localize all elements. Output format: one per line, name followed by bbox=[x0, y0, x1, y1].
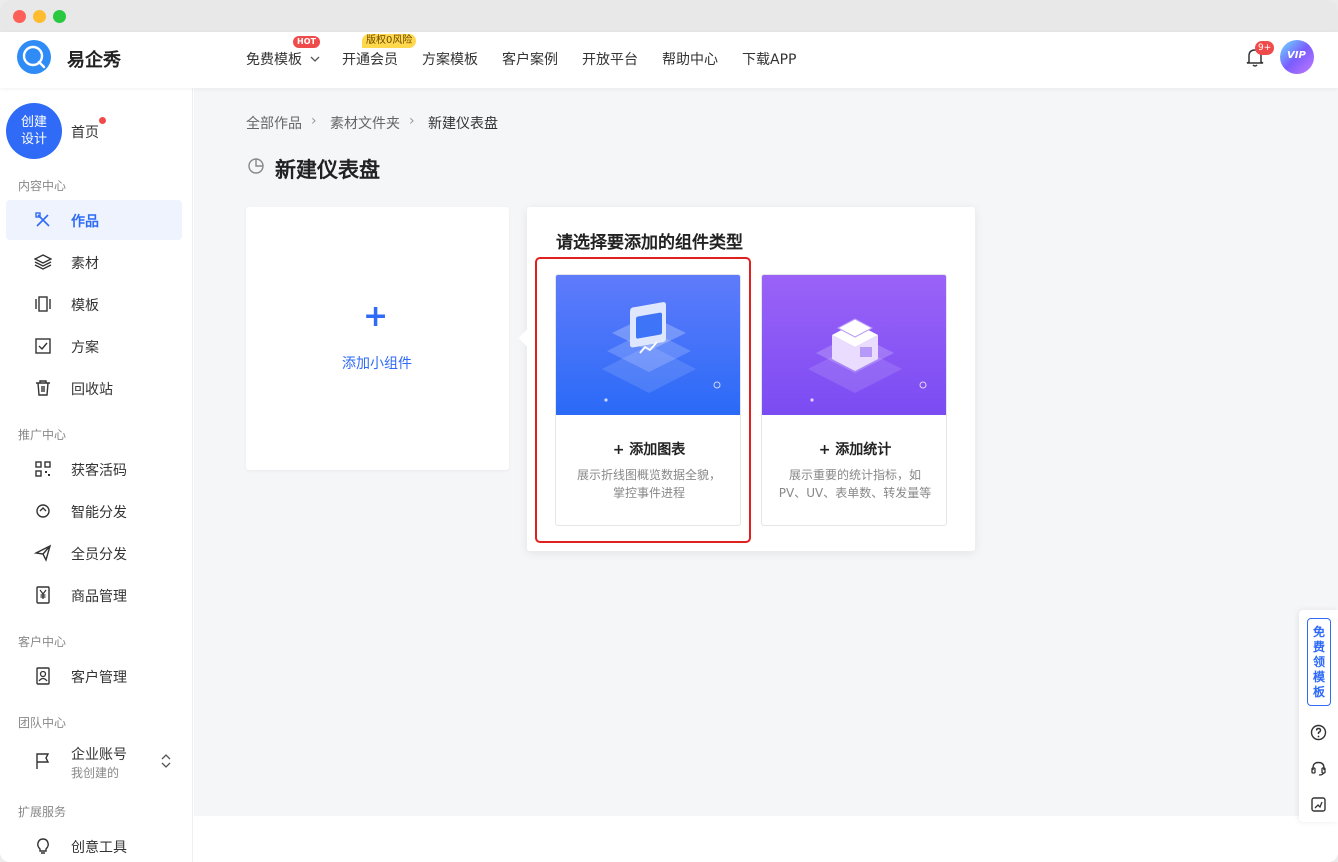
sidebar-item-label: 商品管理 bbox=[71, 589, 127, 605]
customer-service-icon[interactable] bbox=[1310, 760, 1327, 777]
nav-help[interactable]: 帮助中心 bbox=[662, 49, 718, 69]
maximize-window-button[interactable] bbox=[53, 10, 66, 23]
nav-cases[interactable]: 客户案例 bbox=[502, 49, 558, 69]
sidebar-item-label: 模板 bbox=[71, 298, 99, 314]
send-icon bbox=[34, 544, 52, 562]
nav-open-platform[interactable]: 开放平台 bbox=[582, 49, 638, 69]
nav-membership[interactable]: 开通会员 bbox=[342, 49, 398, 69]
help-icon[interactable] bbox=[1310, 724, 1327, 741]
main-content: 全部作品 › 素材文件夹 › 新建仪表盘 新建仪表盘 + 添加小组件 请选择要添… bbox=[194, 88, 1338, 816]
popover-title: 请选择要添加的组件类型 bbox=[556, 233, 743, 253]
add-stats-title: + 添加统计 bbox=[818, 442, 892, 458]
pencil-ruler-icon bbox=[35, 212, 50, 227]
nav-plan-templates[interactable]: 方案模板 bbox=[422, 49, 478, 69]
top-navigation: 易企秀 免费模板 HOT 开通会员 版权0风险 方案模板 客户案例 开放平台 帮… bbox=[0, 32, 1338, 88]
yen-phone-icon bbox=[36, 586, 50, 604]
sidebar-item-crm[interactable]: 客户管理 bbox=[6, 656, 182, 696]
sidebar-item-label: 全员分发 bbox=[71, 547, 127, 563]
popover-arrow bbox=[518, 329, 536, 347]
smart-share-icon bbox=[36, 504, 50, 518]
sidebar-item-plans[interactable]: 方案 bbox=[6, 326, 182, 366]
add-widget-label: 添加小组件 bbox=[342, 356, 412, 372]
checklist-icon bbox=[35, 338, 51, 354]
sidebar-item-label: 客户管理 bbox=[71, 670, 127, 686]
title-bar bbox=[0, 0, 1338, 32]
breadcrumb-folder[interactable]: 素材文件夹 bbox=[330, 113, 400, 133]
section-title-team: 团队中心 bbox=[18, 716, 67, 730]
sidebar-item-label: 智能分发 bbox=[71, 505, 127, 521]
lightbulb-icon bbox=[37, 838, 49, 854]
sidebar-item-qrcode[interactable]: 获客活码 bbox=[6, 449, 182, 489]
sidebar-item-recycle[interactable]: 回收站 bbox=[6, 368, 182, 408]
footer-area bbox=[194, 816, 1338, 862]
sidebar-item-sublabel: 我创建的 bbox=[71, 766, 120, 780]
sidebar-item-all-share[interactable]: 全员分发 bbox=[6, 533, 182, 573]
create-design-button[interactable]: 创建 设计 bbox=[6, 103, 62, 159]
sidebar-item-label: 获客活码 bbox=[71, 463, 127, 479]
copyright-badge: 版权0风险 bbox=[362, 34, 417, 48]
sidebar-item-smart-share[interactable]: 智能分发 bbox=[6, 491, 182, 531]
section-title-content: 内容中心 bbox=[18, 179, 67, 193]
template-icon bbox=[35, 296, 51, 312]
add-widget-card[interactable]: + 添加小组件 bbox=[246, 207, 509, 470]
section-title-customer: 客户中心 bbox=[18, 635, 67, 649]
hot-badge: HOT bbox=[293, 36, 320, 48]
minimize-window-button[interactable] bbox=[33, 10, 46, 23]
free-template-button[interactable]: 免费领模板 bbox=[1307, 618, 1331, 706]
sidebar-item-label: 回收站 bbox=[71, 382, 113, 398]
add-stats-desc: 展示重要的统计指标，如PV、UV、表单数、转发量等 bbox=[778, 468, 932, 500]
close-window-button[interactable] bbox=[13, 10, 26, 23]
qrcode-icon bbox=[35, 461, 51, 477]
trash-icon bbox=[36, 380, 50, 396]
breadcrumb-current: 新建仪表盘 bbox=[428, 116, 498, 132]
layers-icon bbox=[34, 254, 52, 270]
stats-illustration bbox=[762, 275, 946, 415]
sidebar-item-label: 创意工具 bbox=[71, 840, 127, 856]
sidebar-item-home[interactable]: 首页 bbox=[71, 122, 99, 142]
vip-label: VIP bbox=[1287, 50, 1306, 61]
chevron-down-icon bbox=[310, 56, 320, 62]
sidebar-item-enterprise[interactable]: 企业账号 我创建的 bbox=[6, 738, 182, 784]
avatar[interactable]: VIP bbox=[1280, 40, 1314, 74]
logo-icon[interactable] bbox=[17, 40, 51, 74]
sidebar: 创建 设计 首页 内容中心 作品 素材 模板 方案 回收站 推广中心 获客活码 … bbox=[0, 88, 193, 862]
section-title-extend: 扩展服务 bbox=[18, 805, 67, 819]
sidebar-item-creative[interactable]: 创意工具 bbox=[6, 826, 182, 862]
nav-download-app[interactable]: 下载APP bbox=[742, 49, 796, 69]
sidebar-item-label: 作品 bbox=[71, 214, 99, 230]
feedback-icon[interactable] bbox=[1310, 796, 1327, 813]
page-title: 新建仪表盘 bbox=[275, 158, 380, 182]
sidebar-item-works[interactable]: 作品 bbox=[6, 200, 182, 240]
contact-card-icon bbox=[36, 667, 50, 685]
sidebar-item-label: 方案 bbox=[71, 340, 99, 356]
sidebar-item-materials[interactable]: 素材 bbox=[6, 242, 182, 282]
notification-badge: 9+ bbox=[1255, 41, 1275, 55]
sidebar-item-label: 企业账号 bbox=[71, 747, 127, 763]
sidebar-item-goods[interactable]: 商品管理 bbox=[6, 575, 182, 615]
add-stats-option[interactable]: + 添加统计 展示重要的统计指标，如PV、UV、表单数、转发量等 bbox=[761, 274, 947, 526]
app-window: 易企秀 免费模板 HOT 开通会员 版权0风险 方案模板 客户案例 开放平台 帮… bbox=[0, 0, 1338, 862]
pie-chart-icon bbox=[248, 158, 264, 174]
flag-icon bbox=[36, 753, 50, 769]
plus-icon: + bbox=[363, 299, 389, 334]
nav-free-templates[interactable]: 免费模板 bbox=[246, 49, 320, 69]
breadcrumb-separator: › bbox=[409, 113, 415, 129]
chevron-updown-icon[interactable] bbox=[160, 754, 172, 768]
unread-dot bbox=[99, 117, 106, 124]
section-title-promo: 推广中心 bbox=[18, 428, 67, 442]
app-name[interactable]: 易企秀 bbox=[67, 46, 121, 72]
floating-toolbar: 免费领模板 bbox=[1299, 610, 1338, 822]
selection-highlight bbox=[535, 257, 751, 543]
breadcrumb-all-works[interactable]: 全部作品 bbox=[246, 113, 302, 133]
breadcrumb-separator: › bbox=[311, 113, 317, 129]
sidebar-item-templates[interactable]: 模板 bbox=[6, 284, 182, 324]
sidebar-item-label: 素材 bbox=[71, 256, 99, 272]
